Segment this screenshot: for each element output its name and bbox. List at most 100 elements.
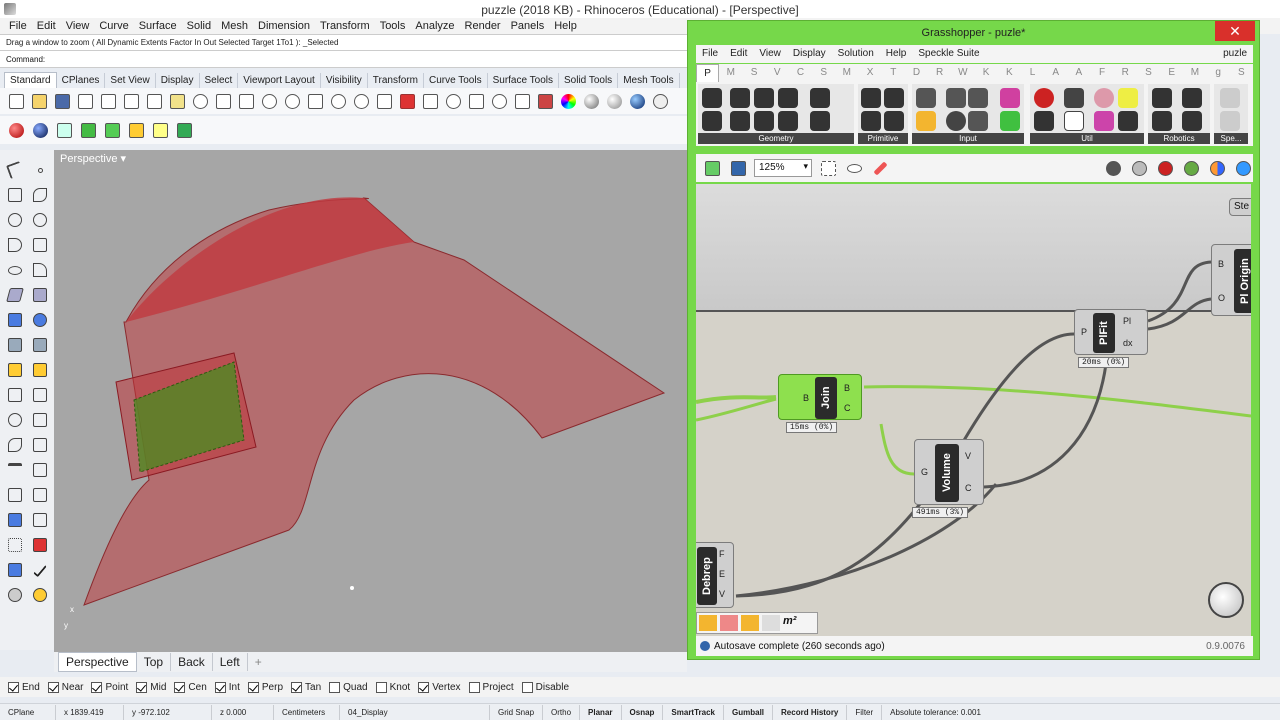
osnap-end-checkbox[interactable] [8, 681, 19, 693]
gh-menu-solution[interactable]: Solution [832, 45, 880, 63]
zoom-extents-icon[interactable] [305, 91, 325, 111]
gh-line-param-icon[interactable] [754, 111, 774, 131]
gh-preview-shaded-icon[interactable] [1155, 158, 1175, 178]
status-gumball[interactable]: Gumball [724, 704, 774, 720]
gh-tab-params[interactable]: P [696, 64, 720, 82]
new-icon[interactable] [6, 91, 26, 111]
paste-icon[interactable] [167, 91, 187, 111]
osnap-knot-checkbox[interactable] [375, 681, 387, 693]
tab-display[interactable]: Display [156, 73, 200, 88]
gh-boolean-param-icon[interactable] [861, 88, 881, 108]
tab-select[interactable]: Select [200, 73, 239, 88]
color-wheel-icon[interactable] [558, 91, 578, 111]
menu-mesh[interactable]: Mesh [216, 18, 253, 34]
status-grid-snap[interactable]: Grid Snap [490, 704, 544, 720]
cube-icon[interactable] [54, 120, 74, 140]
status-units[interactable]: Centimeters [274, 704, 340, 720]
surface-icon[interactable] [3, 283, 27, 307]
gh-plane-param-icon[interactable] [778, 111, 798, 131]
cplane-icon[interactable] [443, 91, 463, 111]
gh-tab-a1[interactable]: A [1044, 64, 1067, 82]
gh-forward-arrow-icon[interactable] [1064, 111, 1084, 131]
perspective-viewport[interactable]: Perspective ▾ x y [54, 150, 687, 652]
gh-slider-icon[interactable] [968, 88, 988, 108]
gh-area-icon[interactable]: m² [783, 615, 805, 631]
osnap-vertex[interactable]: Vertex [418, 681, 461, 693]
menu-curve[interactable]: Curve [94, 18, 133, 34]
gh-tab-e[interactable]: E [1160, 64, 1183, 82]
dimension-icon[interactable] [28, 458, 52, 482]
gh-tab-display[interactable]: D [905, 64, 928, 82]
gh-integer-param-icon[interactable] [884, 88, 904, 108]
osnap-disable-checkbox[interactable] [521, 681, 533, 693]
osnap-quad[interactable]: Quad [329, 681, 368, 693]
osnap-cen-checkbox[interactable] [174, 681, 186, 693]
curve-icon[interactable] [28, 183, 52, 207]
gh-cluster-icon[interactable] [1094, 88, 1114, 108]
tab-mesh-tools[interactable]: Mesh Tools [618, 73, 680, 88]
gh-zoom-extents-icon[interactable] [818, 158, 838, 178]
gh-menu-view[interactable]: View [753, 45, 787, 63]
gh-tab-transform[interactable]: T [882, 64, 905, 82]
select-icon[interactable] [466, 91, 486, 111]
gh-box-param-icon[interactable] [730, 88, 750, 108]
gh-tab-l[interactable]: L [1021, 64, 1044, 82]
gh-galapagos-icon[interactable] [1118, 111, 1138, 131]
warning-icon[interactable] [126, 120, 146, 140]
tab-viewport-layout[interactable]: Viewport Layout [238, 73, 321, 88]
gh-color-preview-icon[interactable] [1207, 158, 1227, 178]
light-icon[interactable] [489, 91, 509, 111]
tab-standard[interactable]: Standard [4, 72, 57, 88]
osnap-near[interactable]: Near [47, 681, 83, 693]
loft-icon[interactable] [28, 283, 52, 307]
menu-file[interactable]: File [4, 18, 32, 34]
gh-plfit-component[interactable]: P PlFit Pl dx [1074, 309, 1148, 355]
gh-zoom-select[interactable]: 125% [754, 159, 812, 177]
osnap-tan[interactable]: Tan [291, 681, 321, 693]
gh-program-icon[interactable] [1182, 111, 1202, 131]
gh-join-component[interactable]: B Join B C [778, 374, 862, 420]
boolean-icon[interactable] [28, 308, 52, 332]
split-icon[interactable] [28, 433, 52, 457]
gh-preview-wire-icon[interactable] [1129, 158, 1149, 178]
menu-analyze[interactable]: Analyze [410, 18, 459, 34]
gh-import-icon[interactable] [916, 88, 936, 108]
group-icon[interactable] [3, 483, 27, 507]
gh-fitness-icon[interactable] [1118, 88, 1138, 108]
gh-canvas[interactable]: B Join B C 15ms (0%) G Volume V C 491ms … [696, 184, 1251, 636]
gh-hatch-icon[interactable] [720, 615, 738, 631]
bounding-box-icon[interactable] [150, 120, 170, 140]
osnap-near-checkbox[interactable] [47, 681, 59, 693]
gh-tab-r[interactable]: R [928, 64, 951, 82]
viewport-layout-icon[interactable] [374, 91, 394, 111]
zoom-dynamic-icon[interactable] [259, 91, 279, 111]
osnap-project[interactable]: Project [468, 681, 514, 693]
gh-tab-g[interactable]: g [1207, 64, 1230, 82]
car-icon[interactable] [397, 91, 417, 111]
gh-point-param-icon[interactable] [810, 111, 830, 131]
gh-eye-icon[interactable] [844, 158, 864, 178]
gh-menu-speckle[interactable]: Speckle Suite [912, 45, 985, 63]
import-icon[interactable] [98, 91, 118, 111]
tab-surface-tools[interactable]: Surface Tools [488, 73, 559, 88]
gh-save-icon[interactable] [728, 158, 748, 178]
gh-tab-intersect[interactable]: X [858, 64, 881, 82]
gh-menu-display[interactable]: Display [787, 45, 832, 63]
gh-colour-icon[interactable] [741, 615, 759, 631]
gh-tab-m2[interactable]: M [1183, 64, 1206, 82]
move-icon[interactable] [3, 383, 27, 407]
rendered-sphere-icon[interactable] [627, 91, 647, 111]
gh-volume-component[interactable]: G Volume V C [914, 439, 984, 505]
gh-menu-file[interactable]: File [696, 45, 724, 63]
gh-close-icon[interactable]: ✕ [1215, 21, 1255, 41]
tab-top[interactable]: Top [137, 653, 172, 671]
tab-left[interactable]: Left [213, 653, 248, 671]
gh-group-robotics-label[interactable]: Robotics [1148, 133, 1210, 144]
cylinder-icon[interactable] [3, 333, 27, 357]
osnap-vertex-checkbox[interactable] [418, 681, 430, 693]
scale-icon[interactable] [28, 408, 52, 432]
tab-set-view[interactable]: Set View [105, 73, 156, 88]
lock-icon[interactable] [512, 91, 532, 111]
gh-tab-r2[interactable]: R [1114, 64, 1137, 82]
osnap-project-checkbox[interactable] [468, 681, 480, 693]
